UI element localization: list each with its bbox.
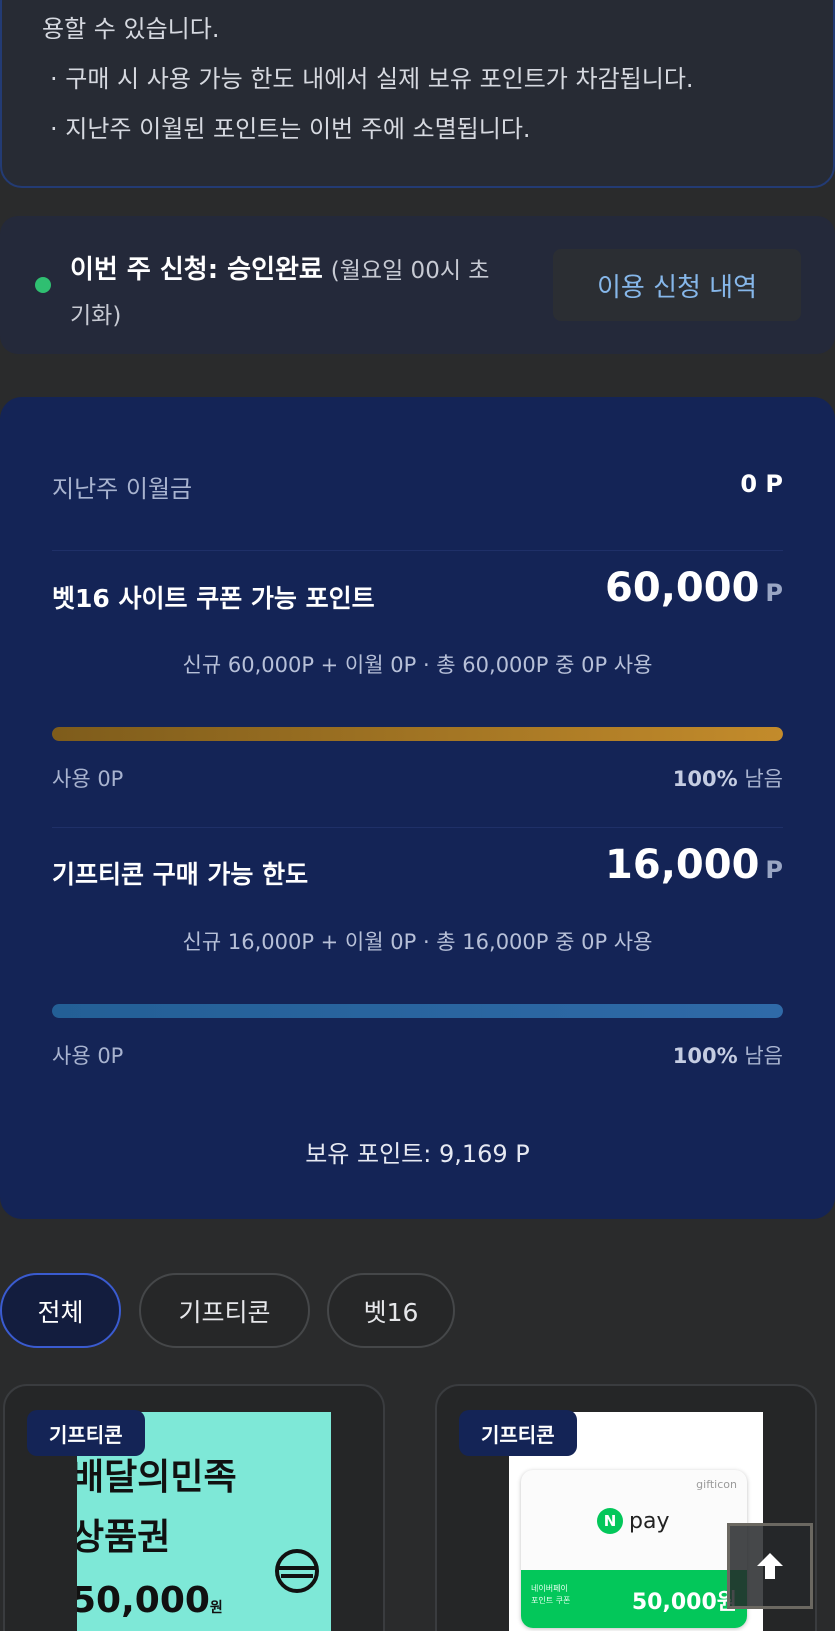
product-badge: 기프티콘: [27, 1410, 145, 1456]
gifticon-limit-remaining-pct: 100%: [672, 1044, 738, 1068]
product-image-amount: 50,000원: [77, 1580, 223, 1621]
status-label: 이번 주 신청: 승인완료: [70, 255, 323, 285]
baemin-rice-bowl-icon: [275, 1549, 319, 1593]
naver-n-icon: N: [597, 1508, 623, 1534]
gifticon-limit-desc: 신규 16,000P + 이월 0P · 총 16,000P 중 0P 사용: [182, 930, 653, 954]
site-points-remaining-pct: 100%: [672, 767, 738, 791]
carryover-value: 0 P: [740, 470, 783, 498]
gifticon-limit-amount: 16,000: [605, 842, 760, 888]
site-points-unit: P: [765, 579, 783, 607]
site-points-progress-fill: [52, 727, 783, 741]
npay-coupon-image: gifticon N pay 네이버페이 포인트 쿠폰 50,000원: [521, 1470, 747, 1628]
gifticon-limit-remaining-word: 남음: [744, 1044, 783, 1068]
filter-all[interactable]: 전체: [0, 1273, 121, 1348]
npay-coupon-amount: 50,000원: [631, 1590, 737, 1615]
points-card: 지난주 이월금 0 P 벳16 사이트 쿠폰 가능 포인트 60,000 P 신규…: [0, 397, 835, 1219]
product-image-amount-unit: 원: [209, 1600, 223, 1616]
npay-coupon-label-2: 포인트 쿠폰: [531, 1596, 571, 1605]
gifticon-limit-remaining: 100% 남음: [673, 1040, 783, 1070]
carryover-label: 지난주 이월금: [52, 475, 193, 503]
site-points-value: 60,000 P: [605, 565, 783, 611]
filter-gifticon[interactable]: 기프티콘: [139, 1273, 310, 1348]
npay-logo-text: pay: [629, 1508, 670, 1534]
gifticon-limit-progress-fill: [52, 1004, 783, 1018]
usage-history-button[interactable]: 이용 신청 내역: [553, 249, 801, 321]
product-image-amount-value: 50,000: [77, 1580, 210, 1621]
notice-line-2: · 구매 시 사용 가능 한도 내에서 실제 보유 포인트가 차감됩니다.: [50, 65, 694, 93]
npay-logo: N pay: [597, 1508, 669, 1534]
status-reset-note: (월요일 00시 초: [330, 258, 490, 284]
notice-line-3: · 지난주 이월된 포인트는 이번 주에 소멸됩니다.: [50, 115, 531, 143]
site-points-desc: 신규 60,000P + 이월 0P · 총 60,000P 중 0P 사용: [182, 653, 653, 677]
scroll-top-button[interactable]: [727, 1523, 813, 1609]
site-points-label: 벳16 사이트 쿠폰 가능 포인트: [52, 584, 375, 613]
gifticon-limit-used: 사용 0P: [52, 1044, 124, 1068]
product-image-subtitle: 상품권: [77, 1517, 171, 1558]
status-text: 이번 주 신청: 승인완료 (월요일 00시 초 기화): [70, 248, 520, 338]
product-badge: 기프티콘: [459, 1410, 577, 1456]
product-card[interactable]: 배달의민족 상품권 50,000원 기프티콘: [3, 1384, 385, 1631]
site-points-remaining: 100% 남음: [673, 763, 783, 793]
status-dot-icon: [35, 277, 51, 293]
gifticon-limit-value: 16,000 P: [605, 842, 783, 888]
arrow-up-icon: [757, 1553, 783, 1579]
notice-card: 용할 수 있습니다. · 구매 시 사용 가능 한도 내에서 실제 보유 포인트…: [0, 0, 835, 188]
site-points-amount: 60,000: [605, 565, 760, 611]
owned-points: 보유 포인트: 9,169 P: [305, 1140, 530, 1168]
gifticon-limit-unit: P: [765, 856, 783, 884]
divider: [52, 550, 783, 551]
site-points-remaining-word: 남음: [744, 767, 783, 791]
divider: [52, 827, 783, 828]
npay-coupon-label-1: 네이버페이: [531, 1584, 568, 1593]
site-points-progress: [52, 727, 783, 741]
site-points-used: 사용 0P: [52, 767, 124, 791]
gifticon-limit-label: 기프티콘 구매 가능 한도: [52, 860, 309, 889]
filter-bet16[interactable]: 벳16: [327, 1273, 455, 1348]
npay-coupon-label: 네이버페이 포인트 쿠폰: [531, 1583, 570, 1607]
notice-line-1: 용할 수 있습니다.: [42, 15, 220, 43]
gifticon-limit-progress: [52, 1004, 783, 1018]
gifticon-brand-text: gifticon: [696, 1478, 737, 1491]
status-reset-note-cont: 기화): [70, 303, 122, 329]
npay-coupon-footer: 네이버페이 포인트 쿠폰 50,000원: [521, 1570, 747, 1628]
